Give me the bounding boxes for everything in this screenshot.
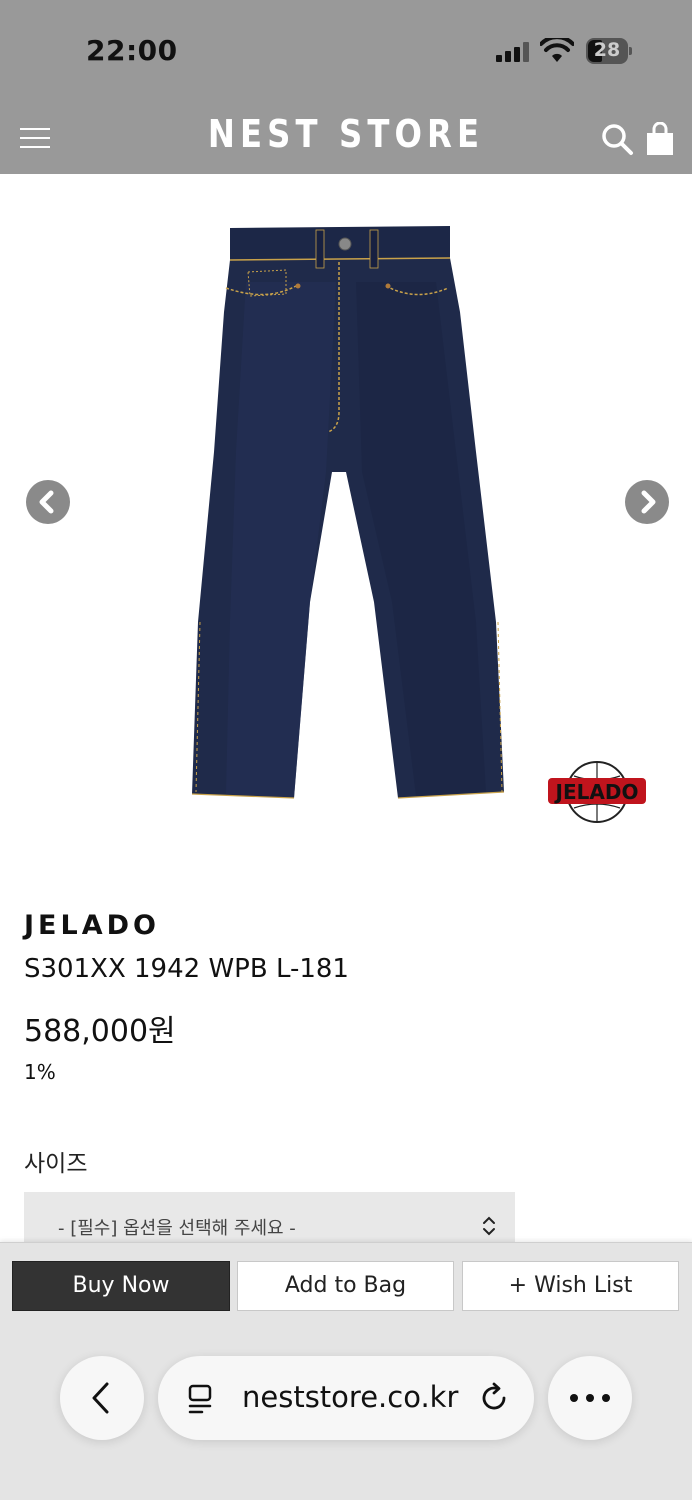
product-gallery: JELADO (0, 174, 692, 854)
updown-chevron-icon (483, 1216, 495, 1236)
chevron-right-icon (641, 490, 656, 514)
logo-text: JELADO (554, 780, 639, 804)
cellular-signal-icon (496, 42, 530, 62)
search-icon[interactable] (600, 122, 634, 156)
wifi-icon (540, 38, 574, 62)
url-text: neststore.co.kr (242, 1380, 459, 1414)
wish-list-button[interactable]: + Wish List (462, 1261, 679, 1311)
buy-now-button[interactable]: Buy Now (12, 1261, 230, 1311)
browser-toolbar: neststore.co.kr (0, 1328, 692, 1500)
size-option-label: 사이즈 (24, 1151, 88, 1177)
battery-level: 28 (593, 39, 621, 61)
add-to-bag-button[interactable]: Add to Bag (237, 1261, 454, 1311)
address-bar[interactable]: neststore.co.kr (158, 1356, 534, 1440)
jelado-logo: JELADO (548, 761, 646, 823)
product-price: 588,000원 (24, 1014, 176, 1049)
product-brand: JELADO (24, 910, 160, 941)
shopping-bag-icon[interactable] (646, 122, 674, 156)
chevron-left-icon (39, 490, 54, 514)
product-discount: 1% (24, 1060, 56, 1084)
product-image-jeans (191, 226, 505, 799)
reload-icon[interactable] (480, 1382, 510, 1414)
size-select[interactable]: - [필수] 옵션을 선택해 주세요 - (24, 1192, 515, 1242)
store-logo[interactable]: NEST STORE (52, 112, 640, 156)
previous-image-button[interactable] (26, 480, 70, 524)
battery-icon: 28 (586, 38, 632, 64)
top-bar: 22:00 28 NEST STORE (0, 0, 692, 174)
product-name: S301XX 1942 WPB L-181 (24, 954, 349, 984)
next-image-button[interactable] (625, 480, 669, 524)
more-dots-icon (570, 1394, 610, 1402)
hamburger-menu-icon[interactable] (20, 128, 50, 150)
size-select-placeholder: - [필수] 옵션을 선택해 주세요 - (58, 1218, 296, 1239)
status-time: 22:00 (86, 34, 178, 67)
browser-back-button[interactable] (60, 1356, 144, 1440)
page-menu-icon (188, 1384, 212, 1414)
more-options-button[interactable] (548, 1356, 632, 1440)
chevron-left-icon (92, 1382, 109, 1414)
purchase-action-bar: Buy Now Add to Bag + Wish List (0, 1242, 692, 1328)
